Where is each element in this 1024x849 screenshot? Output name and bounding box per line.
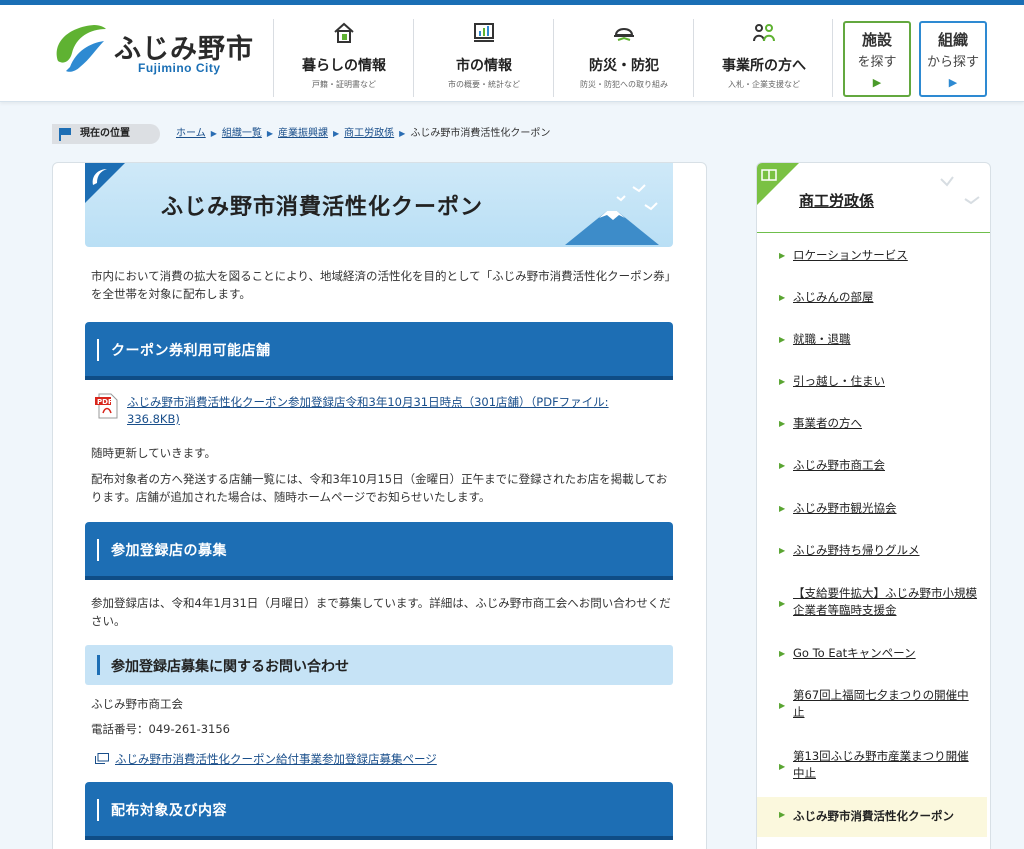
sidebar-item-label[interactable]: Go To Eatキャンペーン: [793, 645, 979, 662]
sidebar: 商工労政係 ▶ ロケーションサービス ▶ ふじみんの部屋 ▶ 就職・退職 ▶ 引…: [756, 162, 991, 849]
svg-text:PDF: PDF: [97, 398, 113, 406]
subheading-text: 参加登録店募集に関するお問い合わせ: [111, 659, 349, 675]
sidebar-item-label[interactable]: 【支給要件拡大】ふじみ野市小規模企業者等臨時支援金: [793, 585, 979, 619]
chart-board-icon: [474, 23, 494, 42]
arrow-right-icon: ▶: [872, 76, 882, 89]
nav-living-info[interactable]: 暮らしの情報 戸籍・証明書など: [273, 19, 413, 97]
sidebar-item-label[interactable]: 第13回ふじみ野市産業まつり開催中止: [793, 748, 979, 782]
sidebar-item-label[interactable]: ふじみ野市商工会: [793, 457, 979, 474]
triangle-icon: ▶: [779, 649, 786, 658]
triangle-icon: ▶: [779, 251, 786, 260]
breadcrumb-links: ホーム ▶ 組織一覧 ▶ 産業振興課 ▶ 商工労政係 ▶ ふじみ野市消費活性化クーポン: [176, 124, 550, 144]
nav-city-info[interactable]: 市の情報 市の概要・統計など: [413, 19, 553, 97]
house-icon: [334, 22, 354, 43]
sidebar-item-label[interactable]: ロケーションサービス: [793, 247, 979, 264]
pdf-file-icon: PDF: [95, 393, 118, 419]
nav-sublabel: 防災・防犯への取り組み: [580, 80, 668, 89]
sidebar-item-label[interactable]: 事業者の方へ: [793, 415, 979, 432]
subheading-inquiry: 参加登録店募集に関するお問い合わせ: [85, 645, 673, 685]
breadcrumb-sep-icon: ▶: [210, 129, 217, 138]
sidebar-active-label: ふじみ野市消費活性化クーポン: [793, 809, 954, 823]
sidebar-header: 商工労政係: [757, 163, 990, 233]
section-heading-text: 配布対象及び内容: [111, 803, 227, 819]
store-list-note: 配布対象者の方へ発送する店舗一覧には、令和3年10月15日（金曜日）正午までに登…: [91, 472, 668, 504]
nav-sublabel: 入札・企業支援など: [728, 80, 800, 89]
contact-phone: 電話番号：049-261-3156: [91, 722, 230, 736]
triangle-icon: ▶: [779, 419, 786, 428]
breadcrumb-org-list[interactable]: 組織一覧: [222, 128, 262, 139]
pdf-link-text[interactable]: ふじみ野市消費活性化クーポン参加登録店令和3年10月31日時点（301店舗）（P…: [127, 395, 609, 426]
sidebar-title[interactable]: 商工労政係: [799, 190, 874, 211]
nav-label: 暮らしの情報: [302, 58, 386, 74]
sidebar-item-label[interactable]: 就職・退職: [793, 331, 979, 348]
breadcrumb-label-text: 現在の位置: [80, 128, 130, 139]
section-heading-text: 参加登録店の募集: [111, 543, 227, 559]
button-line2: を探す: [857, 55, 897, 70]
helmet-icon: [614, 28, 634, 41]
main-content: ふじみ野市消費活性化クーポン 市内において消費の拡大を図ることにより、地域経済の…: [52, 162, 707, 849]
section-heading-recruit: 参加登録店の募集: [85, 522, 673, 580]
site-logo[interactable]: ふじみ野市 Fujimino City: [50, 23, 260, 83]
breadcrumb-sep-icon: ▶: [333, 129, 340, 138]
find-org-button[interactable]: 組織 から探す ▶: [919, 21, 987, 97]
triangle-icon: ▶: [779, 335, 786, 344]
breadcrumb-sep-icon: ▶: [399, 129, 406, 138]
intro-paragraph: 市内において消費の拡大を図ることにより、地域経済の活性化を目的として「ふじみ野市…: [91, 269, 671, 301]
page-title: ふじみ野市消費活性化クーポン: [161, 195, 484, 220]
sidebar-item-active[interactable]: ▶ ふじみ野市消費活性化クーポン: [757, 797, 987, 837]
button-line1: 施設: [861, 31, 892, 49]
book-corner-icon: [757, 163, 799, 205]
triangle-icon: ▶: [779, 504, 786, 513]
find-facility-button[interactable]: 施設 を探す ▶: [843, 21, 911, 97]
breadcrumb-current: ふじみ野市消費活性化クーポン: [410, 128, 551, 139]
sidebar-item-label[interactable]: 引っ越し・住まい: [793, 373, 979, 390]
leaf-logo-icon: [56, 25, 106, 72]
page-title-box: ふじみ野市消費活性化クーポン: [85, 163, 673, 247]
site-header: ふじみ野市 Fujimino City 暮らしの情報 戸籍・証明書など 市の情報…: [0, 5, 1024, 102]
button-line2: から探す: [926, 55, 979, 70]
sidebar-item-label[interactable]: ふじみ野持ち帰りグルメ: [793, 542, 979, 559]
nav-business[interactable]: 事業所の方へ 入札・企業支援など: [693, 19, 833, 97]
breadcrumb-sep-icon: ▶: [266, 129, 274, 138]
flag-icon: [59, 128, 71, 141]
nav-sublabel: 戸籍・証明書など: [312, 80, 376, 89]
nav-label: 市の情報: [456, 58, 512, 74]
birds-icon: [940, 176, 980, 205]
nav-disaster-crime[interactable]: 防災・防犯 防災・防犯への取り組み: [553, 19, 693, 97]
triangle-icon: ▶: [779, 546, 786, 555]
people-icon: [753, 24, 775, 42]
section-heading-distribution: 配布対象及び内容: [85, 782, 673, 840]
arrow-right-icon: ▶: [948, 76, 958, 89]
external-link-text[interactable]: ふじみ野市消費活性化クーポン給付事業参加登録店募集ページ: [115, 752, 437, 766]
nav-label: 防災・防犯: [589, 58, 659, 74]
mount-fuji-icon: [565, 184, 659, 245]
nav-sublabel: 市の概要・統計など: [448, 80, 520, 89]
contact-organization: ふじみ野市商工会: [91, 697, 183, 711]
sidebar-item-label[interactable]: ふじみ野市観光協会: [793, 500, 979, 517]
triangle-icon: ▶: [779, 701, 786, 710]
recruit-paragraph: 参加登録店は、令和4年1月31日（月曜日）まで募集しています。詳細は、ふじみ野市…: [91, 596, 671, 628]
triangle-icon: ▶: [779, 293, 786, 302]
nav-label: 事業所の方へ: [722, 58, 806, 74]
button-line1: 組織: [937, 31, 968, 49]
triangle-icon: ▶: [779, 762, 786, 771]
sidebar-item-label[interactable]: 第67回上福岡七夕まつりの開催中止: [793, 687, 979, 721]
external-link[interactable]: ふじみ野市消費活性化クーポン給付事業参加登録店募集ページ: [95, 751, 437, 767]
breadcrumb-industry-dept[interactable]: 産業振興課: [278, 128, 328, 139]
logo-subtitle: Fujimino City: [138, 61, 221, 75]
window-link-icon: [95, 753, 109, 764]
breadcrumb-home[interactable]: ホーム: [176, 128, 206, 139]
sidebar-item-label[interactable]: ふじみんの部屋: [793, 289, 979, 306]
update-note: 随時更新していきます。: [91, 446, 217, 460]
breadcrumb-label: 現在の位置: [52, 124, 160, 144]
breadcrumb: 現在の位置 ホーム ▶ 組織一覧 ▶ 産業振興課 ▶ 商工労政係 ▶ ふじみ野市消費活性化クーポ…: [52, 124, 752, 144]
triangle-icon: ▶: [779, 599, 786, 608]
section-heading-stores: クーポン券利用可能店舗: [85, 322, 673, 380]
leaf-corner-icon: [85, 163, 125, 203]
breadcrumb-commerce-section[interactable]: 商工労政係: [344, 128, 394, 139]
triangle-icon: ▶: [779, 810, 786, 819]
triangle-icon: ▶: [779, 461, 786, 470]
section-heading-text: クーポン券利用可能店舗: [111, 343, 271, 359]
triangle-icon: ▶: [779, 377, 786, 386]
